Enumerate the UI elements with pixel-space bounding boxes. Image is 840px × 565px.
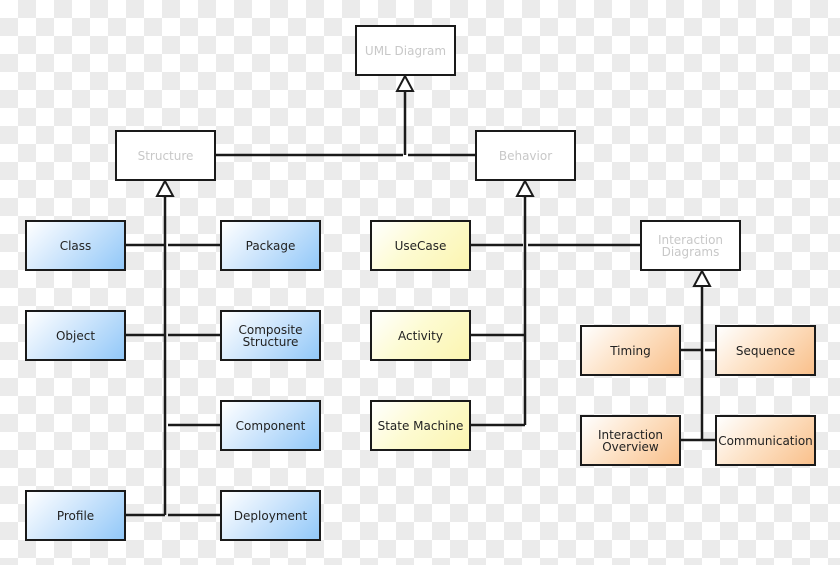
node-interaction-overview[interactable]: Interaction Overview <box>580 415 681 466</box>
node-composite-structure[interactable]: Composite Structure <box>220 310 321 361</box>
node-state-machine[interactable]: State Machine <box>370 400 471 451</box>
node-structure[interactable]: Structure <box>115 130 216 181</box>
node-component[interactable]: Component <box>220 400 321 451</box>
node-profile[interactable]: Profile <box>25 490 126 541</box>
node-usecase[interactable]: UseCase <box>370 220 471 271</box>
node-label: Profile <box>56 508 95 523</box>
node-uml-diagram[interactable]: UML Diagram <box>355 25 456 76</box>
generalization-arrow-behavior <box>515 178 535 197</box>
node-label: Interaction Diagrams <box>657 232 724 259</box>
node-label: Interaction Overview <box>597 427 664 454</box>
node-deployment[interactable]: Deployment <box>220 490 321 541</box>
node-sequence[interactable]: Sequence <box>715 325 816 376</box>
node-label: State Machine <box>377 418 464 433</box>
connector-layer <box>125 73 715 517</box>
generalization-arrow-structure <box>155 178 175 197</box>
node-communication[interactable]: Communication <box>715 415 816 466</box>
node-timing[interactable]: Timing <box>580 325 681 376</box>
node-behavior[interactable]: Behavior <box>475 130 576 181</box>
node-class[interactable]: Class <box>25 220 126 271</box>
node-object[interactable]: Object <box>25 310 126 361</box>
node-label: Deployment <box>233 508 308 523</box>
node-label: Structure <box>137 148 194 163</box>
node-label: Timing <box>610 343 651 358</box>
node-label: Composite Structure <box>238 322 303 349</box>
node-label: Behavior <box>498 148 553 163</box>
node-activity[interactable]: Activity <box>370 310 471 361</box>
node-label: Object <box>55 328 96 343</box>
generalization-arrow-uml <box>395 73 415 92</box>
node-label: Class <box>59 238 92 253</box>
node-label: UseCase <box>394 238 447 253</box>
node-label: Sequence <box>735 343 796 358</box>
node-label: UML Diagram <box>364 43 447 58</box>
node-interaction-diagrams[interactable]: Interaction Diagrams <box>640 220 741 271</box>
node-label: Component <box>235 418 306 433</box>
node-package[interactable]: Package <box>220 220 321 271</box>
node-label: Communication <box>718 433 813 448</box>
generalization-arrow-interaction <box>692 268 712 287</box>
node-label: Activity <box>398 328 443 343</box>
node-label: Package <box>245 238 296 253</box>
